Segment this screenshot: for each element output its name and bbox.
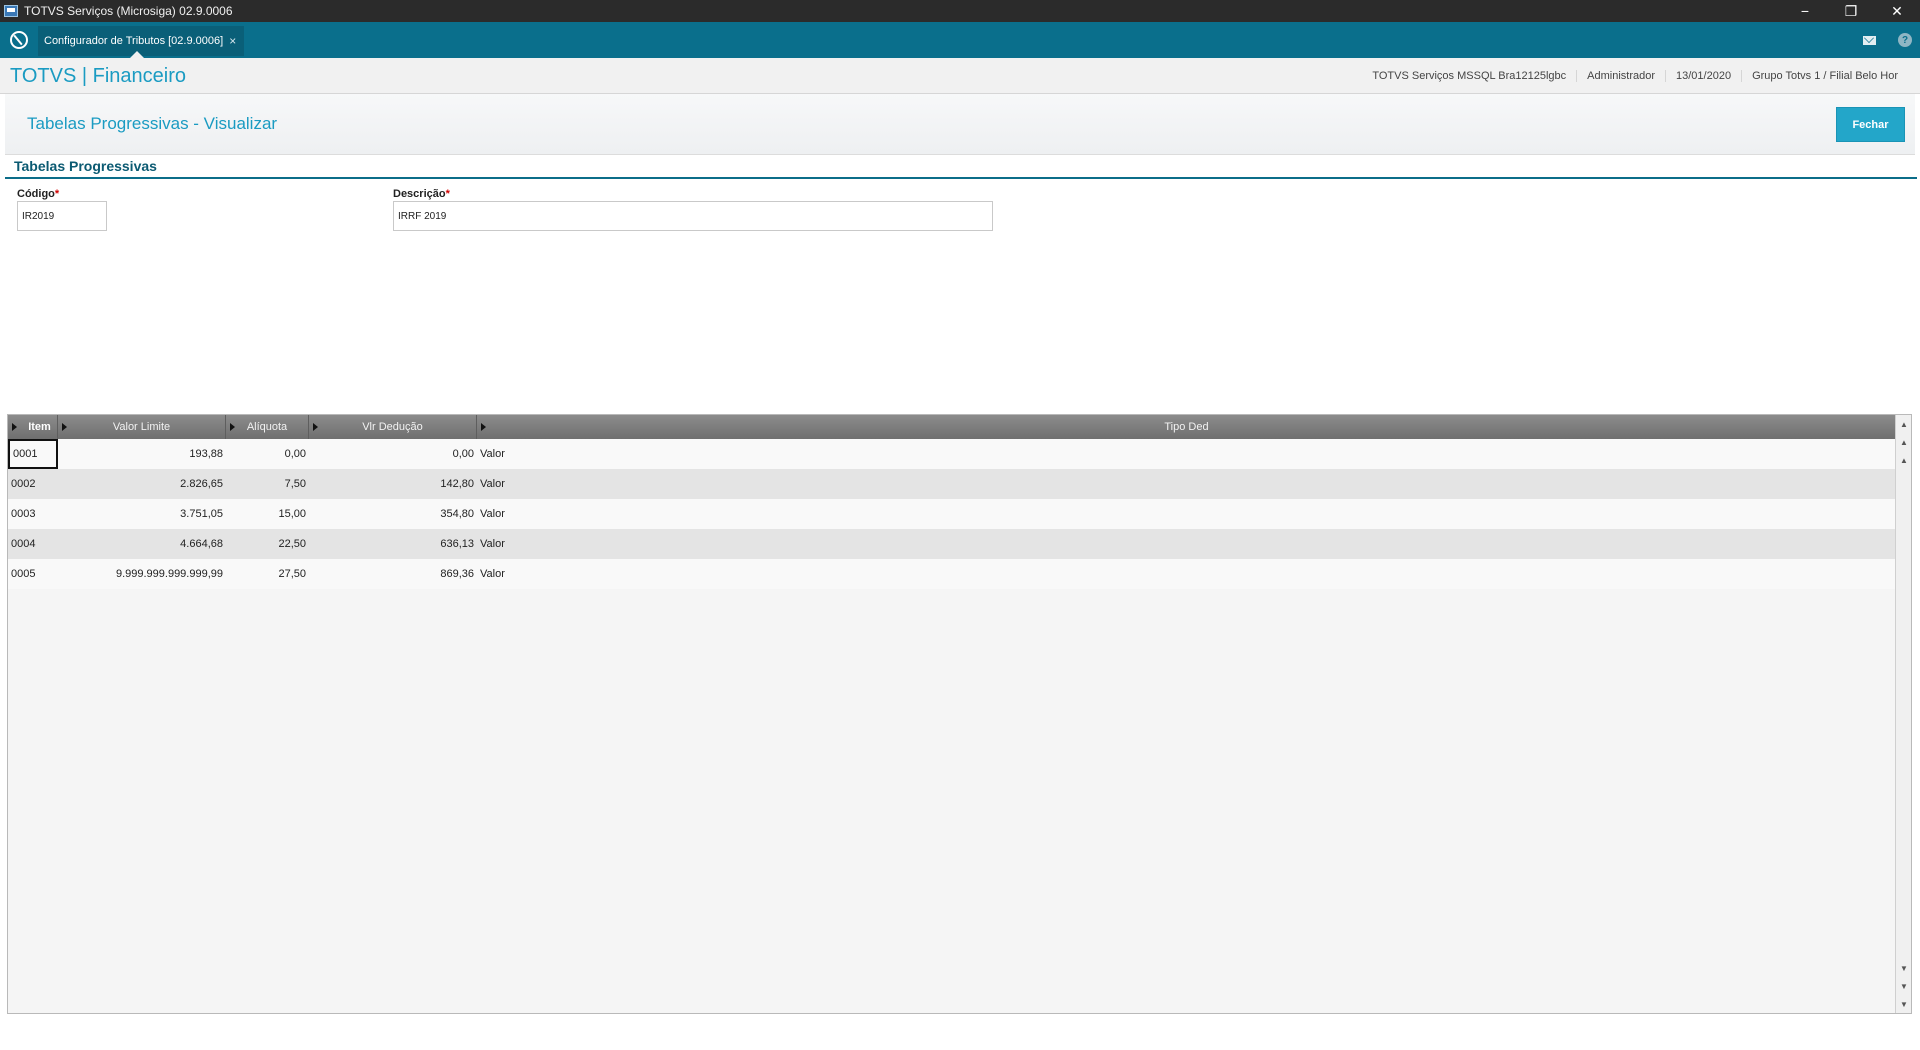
cell-item[interactable]: 0002 — [8, 469, 58, 499]
tab-bar: Configurador de Tributos [02.9.0006] × ? — [0, 22, 1920, 58]
cell-vlr-deducao[interactable]: 636,13 — [309, 529, 477, 559]
codigo-field[interactable]: IR2019 — [17, 201, 107, 231]
required-mark: * — [54, 188, 60, 200]
app-icon — [4, 5, 18, 17]
date-label: 13/01/2020 — [1665, 70, 1741, 82]
brand-title: TOTVS | Financeiro — [10, 65, 186, 87]
cell-tipo-ded[interactable]: Valor — [477, 439, 1896, 469]
cell-valor-limite[interactable]: 193,88 — [58, 439, 226, 469]
sort-arrow-icon — [481, 423, 486, 431]
sort-arrow-icon — [313, 423, 318, 431]
app-header: TOTVS | Financeiro TOTVS Serviços MSSQL … — [0, 58, 1920, 94]
branch-label: Grupo Totvs 1 / Filial Belo Hor — [1741, 70, 1908, 82]
descricao-label-text: Descrição — [393, 188, 446, 200]
cell-vlr-deducao[interactable]: 142,80 — [309, 469, 477, 499]
sort-arrow-icon — [230, 423, 235, 431]
required-mark: * — [445, 188, 450, 200]
table-row[interactable]: 0004 4.664,68 22,50 636,13 Valor — [8, 529, 1896, 559]
session-info: TOTVS Serviços MSSQL Bra12125lgbc Admini… — [1362, 58, 1908, 94]
grid-scrollbar[interactable]: ▲ ▲ ▲ ▼ ▼ ▼ — [1895, 415, 1911, 1013]
cell-item[interactable]: 0005 — [8, 559, 58, 589]
descricao-label: Descrição* — [393, 188, 450, 200]
grid-rows: 0001 193,88 0,00 0,00 Valor 0002 2.826,6… — [8, 439, 1896, 589]
grid-header: Item Valor Limite Alíquota Vlr Dedução T… — [8, 415, 1896, 439]
column-header-label: Alíquota — [246, 421, 288, 433]
column-header-item[interactable]: Item — [8, 415, 58, 439]
page-header: Tabelas Progressivas - Visualizar Fechar — [5, 94, 1915, 155]
minimize-button[interactable]: − — [1782, 0, 1828, 22]
tabelas-grid: Item Valor Limite Alíquota Vlr Dedução T… — [7, 414, 1912, 1014]
column-header-label: Item — [28, 421, 51, 433]
column-header-aliquota[interactable]: Alíquota — [226, 415, 309, 439]
cell-vlr-deducao[interactable]: 354,80 — [309, 499, 477, 529]
cell-aliquota[interactable]: 27,50 — [226, 559, 309, 589]
codigo-label-text: Código — [17, 188, 55, 200]
column-header-label: Tipo Ded — [1164, 421, 1209, 433]
column-header-valor-limite[interactable]: Valor Limite — [58, 415, 226, 439]
fechar-button[interactable]: Fechar — [1836, 107, 1905, 142]
cell-item[interactable]: 0004 — [8, 529, 58, 559]
cell-aliquota[interactable]: 7,50 — [226, 469, 309, 499]
close-window-button[interactable]: ✕ — [1874, 0, 1920, 22]
cell-tipo-ded[interactable]: Valor — [477, 529, 1896, 559]
scroll-down-icon[interactable]: ▼ — [1896, 959, 1912, 977]
cell-vlr-deducao[interactable]: 0,00 — [309, 439, 477, 469]
cell-valor-limite[interactable]: 3.751,05 — [58, 499, 226, 529]
scroll-page-down-icon[interactable]: ▼ — [1896, 977, 1912, 995]
home-icon[interactable] — [10, 31, 28, 49]
scroll-top-icon[interactable]: ▲ — [1896, 415, 1912, 433]
codigo-label: Código* — [17, 188, 59, 200]
cell-aliquota[interactable]: 15,00 — [226, 499, 309, 529]
table-row[interactable]: 0005 9.999.999.999.999,99 27,50 869,36 V… — [8, 559, 1896, 589]
page-title: Tabelas Progressivas - Visualizar — [27, 114, 278, 133]
cell-tipo-ded[interactable]: Valor — [477, 559, 1896, 589]
user-label: Administrador — [1576, 70, 1665, 82]
column-header-vlr-deducao[interactable]: Vlr Dedução — [309, 415, 477, 439]
cell-valor-limite[interactable]: 2.826,65 — [58, 469, 226, 499]
cell-valor-limite[interactable]: 4.664,68 — [58, 529, 226, 559]
scrollbar-bottom-buttons: ▼ ▼ ▼ — [1896, 959, 1912, 1013]
active-tab-indicator — [130, 51, 144, 58]
column-header-tipo-ded[interactable]: Tipo Ded — [477, 415, 1896, 439]
tab-label: Configurador de Tributos [02.9.0006] — [44, 35, 224, 47]
column-header-label: Vlr Dedução — [362, 421, 423, 433]
section-title: Tabelas Progressivas — [14, 158, 157, 174]
window-titlebar: TOTVS Serviços (Microsiga) 02.9.0006 − ❐… — [0, 0, 1920, 22]
environment-label: TOTVS Serviços MSSQL Bra12125lgbc — [1372, 70, 1567, 82]
restore-button[interactable]: ❐ — [1828, 0, 1874, 22]
cell-item[interactable]: 0003 — [8, 499, 58, 529]
cell-tipo-ded[interactable]: Valor — [477, 499, 1896, 529]
table-row[interactable]: 0002 2.826,65 7,50 142,80 Valor — [8, 469, 1896, 499]
cell-valor-limite[interactable]: 9.999.999.999.999,99 — [58, 559, 226, 589]
scroll-up-icon[interactable]: ▲ — [1896, 451, 1912, 469]
window-controls: − ❐ ✕ — [1782, 0, 1920, 22]
cell-aliquota[interactable]: 0,00 — [226, 439, 309, 469]
sort-arrow-icon — [12, 423, 17, 431]
cell-aliquota[interactable]: 22,50 — [226, 529, 309, 559]
mail-icon[interactable] — [1863, 35, 1876, 45]
cell-vlr-deducao[interactable]: 869,36 — [309, 559, 477, 589]
help-icon[interactable]: ? — [1898, 33, 1912, 47]
column-header-label: Valor Limite — [112, 421, 171, 433]
section-divider — [5, 177, 1917, 179]
descricao-field[interactable]: IRRF 2019 — [393, 201, 993, 231]
scroll-page-up-icon[interactable]: ▲ — [1896, 433, 1912, 451]
sort-arrow-icon — [62, 423, 67, 431]
cell-tipo-ded[interactable]: Valor — [477, 469, 1896, 499]
tab-close-icon[interactable]: × — [229, 34, 236, 48]
table-row[interactable]: 0003 3.751,05 15,00 354,80 Valor — [8, 499, 1896, 529]
table-row[interactable]: 0001 193,88 0,00 0,00 Valor — [8, 439, 1896, 469]
cell-item[interactable]: 0001 — [8, 439, 58, 469]
window-title: TOTVS Serviços (Microsiga) 02.9.0006 — [24, 4, 233, 18]
tabbar-actions: ? — [1863, 22, 1912, 58]
scroll-bottom-icon[interactable]: ▼ — [1896, 995, 1912, 1013]
